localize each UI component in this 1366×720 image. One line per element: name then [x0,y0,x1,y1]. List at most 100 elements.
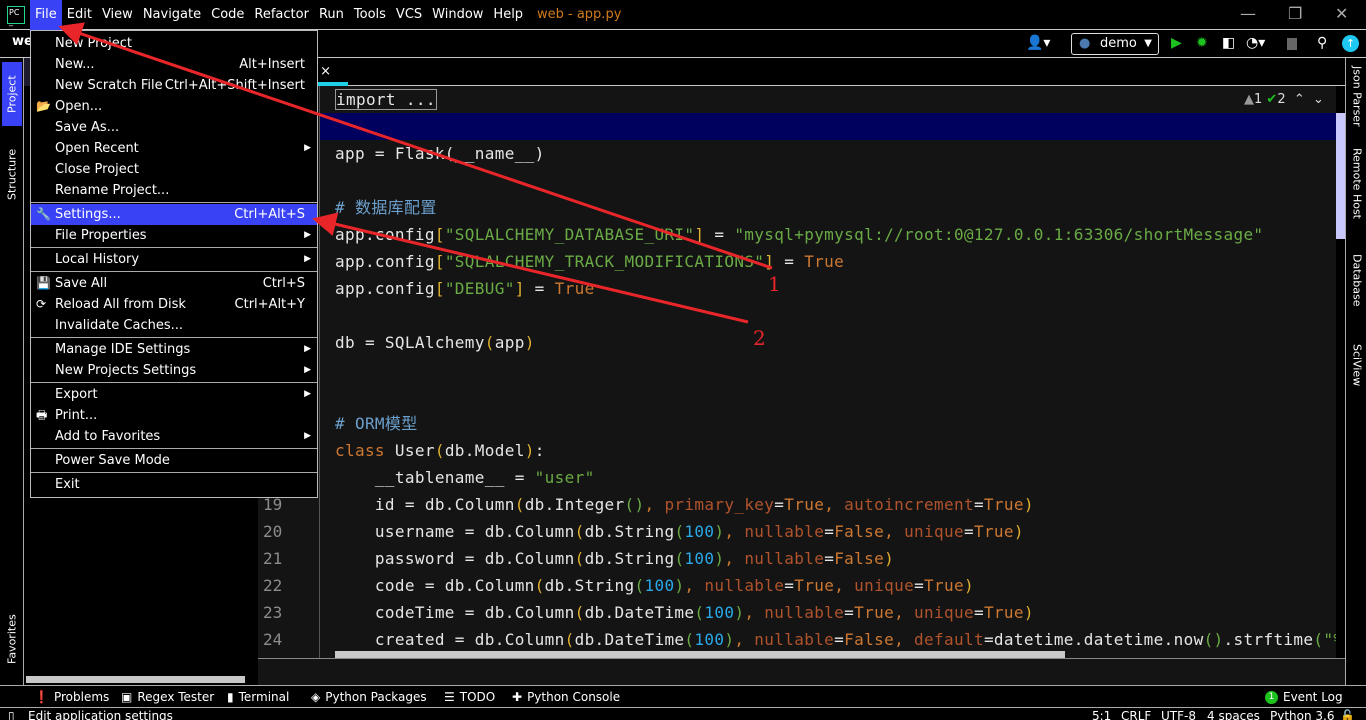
code-line[interactable]: app.config["SQLALCHEMY_TRACK_MODIFICATIO… [335,248,844,275]
menu-item-open-recent[interactable]: Open Recent ▶ [31,138,317,159]
close-tab-icon[interactable]: × [320,64,331,79]
python-interpreter[interactable]: Python 3.6 [1270,708,1335,720]
project-scrollbar[interactable] [26,676,245,683]
menu-navigate[interactable]: Navigate [138,0,206,30]
prev-highlight-icon[interactable]: ⌃ [1294,92,1305,107]
menu-file[interactable]: File [30,0,62,30]
event-log-button[interactable]: 1 Event Log [1265,686,1343,708]
menu-item-settings[interactable]: 🔧 Settings... Ctrl+Alt+S [31,204,317,225]
code-line[interactable]: password = db.Column(db.String(100), nul… [335,545,894,572]
code-line[interactable]: app.config["SQLALCHEMY_DATABASE_URI"] = … [335,221,1263,248]
submenu-arrow-icon: ▶ [304,365,311,375]
menu-tools[interactable]: Tools [349,0,391,30]
tool-window-regex-tester[interactable]: ▣ Regex Tester [121,686,214,708]
code-line[interactable]: db = SQLAlchemy(app) [335,329,535,356]
coverage-icon[interactable]: ◧ [1222,35,1235,51]
tool-tab-remote-host[interactable]: Remote Host [1348,148,1366,236]
menu-item-reload-all-from-disk[interactable]: ⟳ Reload All from Disk Ctrl+Alt+Y [31,294,317,315]
menu-item-new-scratch-file[interactable]: New Scratch File Ctrl+Alt+Shift+Insert [31,75,317,96]
menu-run[interactable]: Run [314,0,349,30]
status-icon: ▯ [8,709,15,720]
menu-item-label: Exit [55,477,80,492]
line-separator[interactable]: CRLF [1121,708,1151,720]
user-icon[interactable]: 👤▾ [1026,35,1050,51]
search-icon[interactable]: ⚲ [1317,35,1327,51]
code-token: ) [734,603,745,622]
menu-item-print[interactable]: 🖶 Print... [31,405,317,426]
restore-button[interactable]: ❐ [1288,4,1302,23]
stop-icon[interactable] [1287,38,1297,50]
code-line[interactable]: class User(db.Model): [335,437,545,464]
menu-item-file-properties[interactable]: File Properties ▶ [31,225,317,246]
code-line[interactable]: import ... [335,86,437,113]
menu-refactor[interactable]: Refactor [249,0,314,30]
menu-item-new-project[interactable]: New Project [31,33,317,54]
menu-item-rename-project[interactable]: Rename Project... [31,180,317,201]
code-line[interactable]: app = Flask(__name__) [335,140,545,167]
tool-tab-label: Database [1350,254,1364,307]
menu-item-open[interactable]: 📂 Open... [31,96,317,117]
menu-item-add-to-favorites[interactable]: Add to Favorites ▶ [31,426,317,447]
code-line[interactable]: codeTime = db.Column(db.DateTime(100), n… [335,599,1034,626]
menu-item-save-as[interactable]: Save As... [31,117,317,138]
menu-help[interactable]: Help [488,0,528,30]
file-encoding[interactable]: UTF-8 [1161,708,1196,720]
menu-view[interactable]: View [97,0,138,30]
menu-item-local-history[interactable]: Local History ▶ [31,249,317,270]
menu-item-label: New Projects Settings [55,363,197,378]
editor-vertical-scrollbar[interactable] [1336,113,1345,239]
run-config-select[interactable]: ● demo ▼ [1071,33,1159,55]
menu-item-save-all[interactable]: 💾 Save All Ctrl+S [31,273,317,294]
menu-item-export[interactable]: Export ▶ [31,384,317,405]
minimize-button[interactable]: — [1240,4,1256,23]
code-token: 100 [644,576,675,595]
tool-window-problems[interactable]: ❗ Problems [34,686,109,708]
menu-item-invalidate-caches[interactable]: Invalidate Caches... [31,315,317,336]
code-line[interactable]: created = db.Column(db.DateTime(100), nu… [335,626,1336,653]
caret-position[interactable]: 5:1 [1092,708,1111,720]
code-line[interactable]: # 数据库配置 [335,194,437,221]
print-icon: 🖶 [36,408,48,422]
tool-tab-favorites[interactable]: Favorites [2,603,22,675]
tool-tab-structure[interactable]: Structure [2,138,22,210]
indent-setting[interactable]: 4 spaces [1207,708,1260,720]
menu-vcs[interactable]: VCS [391,0,427,30]
menu-edit[interactable]: Edit [62,0,97,30]
code-line[interactable]: id = db.Column(db.Integer(), primary_key… [335,491,1034,518]
inspection-widget[interactable]: ▲1 ✔2 ⌃ ⌄ [1244,92,1324,107]
tool-window-python-console[interactable]: ✚ Python Console [512,686,620,708]
line-number: 21 [263,549,283,568]
tool-tab-json-parser[interactable]: Json Parser [1348,66,1366,136]
menu-item-power-save-mode[interactable]: Power Save Mode [31,450,317,471]
save-icon: 💾 [36,276,51,290]
menu-item-new-projects-settings[interactable]: New Projects Settings ▶ [31,360,317,381]
window-title: web - app.py [537,7,622,22]
tool-window-todo[interactable]: ☰ TODO [444,686,495,708]
tool-tab-sciview[interactable]: SciView [1348,344,1366,404]
code-editor[interactable]: 456789101112131415161718192021222324 imp… [258,86,1336,658]
tool-tab-project[interactable]: Project [2,62,22,126]
code-line[interactable]: code = db.Column(db.String(100), nullabl… [335,572,974,599]
tool-window-python-packages[interactable]: ◈ Python Packages [311,686,427,708]
close-window-button[interactable]: ✕ [1335,4,1348,23]
menu-item-manage-ide-settings[interactable]: Manage IDE Settings ▶ [31,339,317,360]
tool-window-terminal[interactable]: ▮ Terminal [227,686,289,708]
update-icon[interactable]: ↑ [1342,35,1359,52]
tool-tab-database[interactable]: Database [1348,254,1366,324]
menu-code[interactable]: Code [206,0,249,30]
menu-item-exit[interactable]: Exit [31,474,317,495]
next-highlight-icon[interactable]: ⌄ [1313,92,1324,107]
code-line[interactable]: __tablename__ = "user" [335,464,595,491]
code-line[interactable]: # ORM模型 [335,410,418,437]
lock-icon[interactable]: 🔓 [1340,708,1355,720]
code-line[interactable]: app.config["DEBUG"] = True [335,275,595,302]
menu-item-close-project[interactable]: Close Project [31,159,317,180]
editor-horizontal-scrollbar[interactable] [335,651,1065,658]
code-token: db.String [584,522,675,541]
menu-item-new[interactable]: New... Alt+Insert [31,54,317,75]
run-icon[interactable]: ▶ [1171,35,1182,51]
debug-icon[interactable]: ✹ [1196,35,1208,51]
menu-window[interactable]: Window [427,0,488,30]
profile-icon[interactable]: ◔▾ [1246,35,1265,51]
code-line[interactable]: username = db.Column(db.String(100), nul… [335,518,1024,545]
